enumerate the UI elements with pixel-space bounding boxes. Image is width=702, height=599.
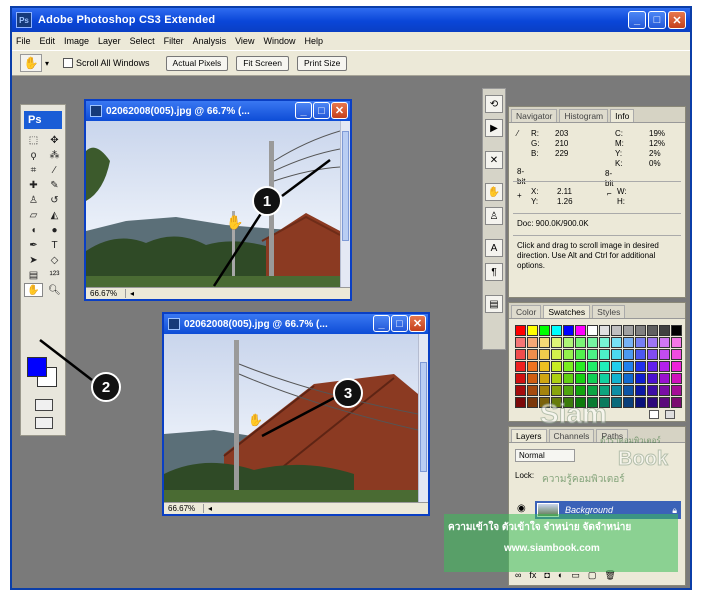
watermark-thai-2: ความรู้คอมพิวเตอร์ — [542, 474, 625, 485]
watermark-line-1: ความเข้าใจ ตัวเข้าใจ จำหน่าย จัดจำหน่าย — [448, 522, 632, 533]
watermark-brand-2: Book — [618, 448, 669, 471]
watermark-banner: ความเข้าใจ ตัวเข้าใจ จำหน่าย จัดจำหน่าย … — [444, 514, 678, 572]
watermark-logo: Siam Book ตำราคอมพิวเตอร์ ความรู้คอมพิวเ… — [540, 398, 680, 488]
watermark-thai-1: ตำราคอมพิวเตอร์ — [600, 436, 661, 445]
annotation-lines — [39, 159, 335, 438]
watermark-brand-1: Siam — [540, 398, 608, 430]
callout-3: 3 — [333, 378, 363, 408]
callout-1: 1 — [252, 186, 282, 216]
watermark-url: www.siambook.com — [504, 543, 600, 554]
callout-2: 2 — [91, 372, 121, 402]
